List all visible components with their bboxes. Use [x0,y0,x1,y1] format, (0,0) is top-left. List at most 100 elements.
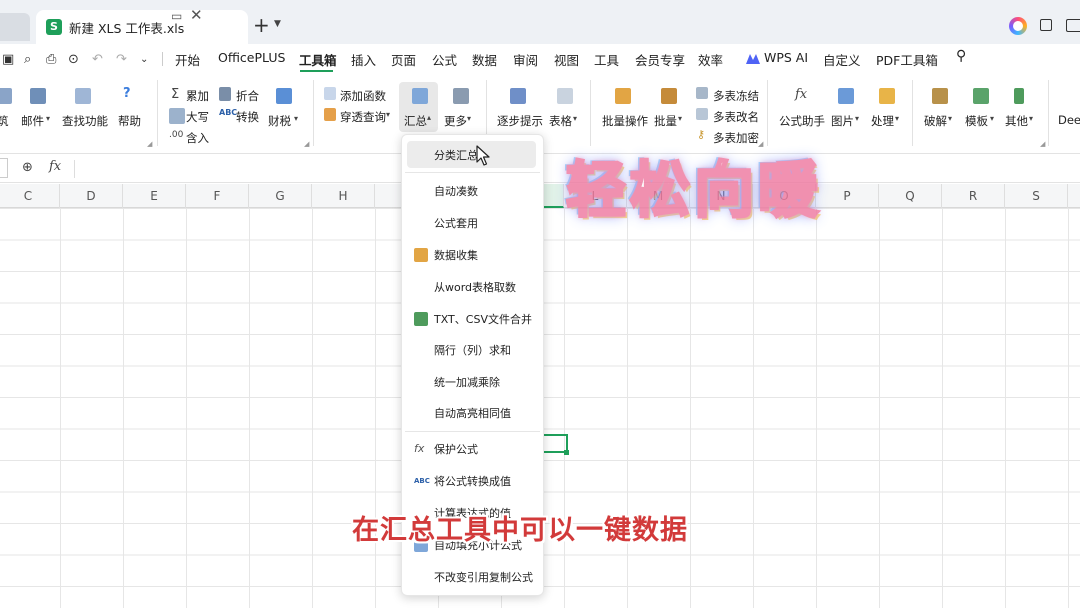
ribbon-multi-rename[interactable]: 多表改名 [713,109,759,125]
process-icon[interactable] [879,88,895,104]
search-icon[interactable]: ⚲ [956,48,966,64]
column-header-r[interactable]: R [942,184,1005,208]
close-tab-icon[interactable]: ✕ [190,6,203,24]
menu-officeplus[interactable]: OfficePLUS [218,50,285,65]
quick-access-more-icon[interactable]: ⌄ [140,54,148,65]
document-tab[interactable]: S 新建 XLS 工作表.xls [36,10,248,44]
menu-review[interactable]: 审阅 [513,50,538,69]
ribbon-stepwise-hint[interactable]: 逐步提示 [497,113,543,129]
sum-icon[interactable]: Σ [171,87,179,102]
ribbon-table-button[interactable]: 表格 [549,113,572,129]
monitor-icon[interactable]: ▭ [171,9,182,23]
menu-customize[interactable]: 自定义 [823,50,861,69]
print-icon[interactable]: ⎙ [46,52,56,67]
ribbon-uppercase[interactable]: 大写 [186,109,209,125]
ribbon-tax[interactable]: 财税 [268,113,291,129]
ribbon-add-function[interactable]: 添加函数 [340,88,386,104]
table-icon[interactable] [557,88,573,104]
batch-operation-icon[interactable] [615,88,631,104]
menu-member[interactable]: 会员专享 [635,50,685,69]
previous-tab[interactable] [0,13,30,41]
batch-icon[interactable] [661,88,677,104]
ribbon-batch-button[interactable]: 批量 [654,113,677,129]
stepwise-hint-icon[interactable] [510,88,526,104]
ribbon-find-function[interactable]: 查找功能 [62,113,108,129]
dropdown-item-2[interactable]: 自动凑数 [434,183,478,199]
ribbon-more-button[interactable]: 更多 [444,113,467,129]
template-icon[interactable] [973,88,989,104]
summary-icon[interactable] [412,88,428,104]
zoom-icon[interactable]: ⊕ [22,160,33,175]
dropdown-item-10[interactable]: 保护公式 [434,441,478,457]
dropdown-item-11[interactable]: 将公式转换成值 [434,473,511,489]
help-icon[interactable]: ? [123,86,131,101]
menu-home[interactable]: 开始 [175,50,200,69]
multi-freeze-icon[interactable] [696,87,708,99]
round-icon[interactable]: .00 [169,130,183,140]
group-expand-icon[interactable]: ◢ [147,140,152,148]
crack-icon[interactable] [932,88,948,104]
dropdown-item-9[interactable]: 自动高亮相同值 [434,405,511,421]
menu-insert[interactable]: 插入 [351,50,376,69]
menu-tools[interactable]: 工具 [594,50,619,69]
convert-abc-icon[interactable]: ABC [219,108,237,117]
ribbon-process-button[interactable]: 处理 [871,113,894,129]
dropdown-item-14[interactable]: 不改变引用复制公式 [434,569,533,585]
dropdown-item-8[interactable]: 统一加减乘除 [434,374,500,390]
ribbon-batch-operation[interactable]: 批量操作 [602,113,648,129]
menu-toolbox[interactable]: 工具箱 [299,50,337,69]
key-icon[interactable]: ⚷ [697,128,705,141]
dropdown-item-4[interactable]: 数据收集 [434,247,478,263]
ribbon-other-button[interactable]: 其他 [1005,113,1028,129]
ribbon-help[interactable]: 帮助 [118,113,141,129]
dropdown-item-1[interactable]: 分类汇总 [434,147,478,163]
dropdown-item-7[interactable]: 隔行（列）求和 [434,342,511,358]
column-header-s[interactable]: S [1005,184,1068,208]
column-header-f[interactable]: F [186,184,249,208]
add-function-icon[interactable] [324,87,336,100]
name-box[interactable] [0,158,8,178]
pivot-query-icon[interactable] [324,108,336,121]
tax-icon[interactable] [276,88,292,104]
ribbon-multi-freeze[interactable]: 多表冻结 [713,88,759,104]
column-header-c[interactable]: C [0,184,60,208]
ribbon-convert[interactable]: 转换 [236,109,259,125]
column-header-d[interactable]: D [60,184,123,208]
ribbon-crack-button[interactable]: 破解 [924,113,947,129]
image-icon[interactable] [838,88,854,104]
undo-icon[interactable]: ↶ [92,52,103,67]
column-header-p[interactable]: P [816,184,879,208]
ribbon-template-button[interactable]: 模板 [965,113,988,129]
menu-wps-ai[interactable]: WPS AI [764,50,808,65]
ribbon-discount[interactable]: 折合 [236,88,259,104]
menu-view[interactable]: 视图 [554,50,579,69]
new-tab-plus-icon[interactable]: + [253,13,270,37]
cut-icon[interactable] [0,88,12,104]
ribbon-deep-button[interactable]: Deep [1058,113,1080,127]
group-expand-icon[interactable]: ◢ [304,140,309,148]
ai-assistant-icon[interactable] [1009,17,1027,35]
ribbon-image-button[interactable]: 图片 [831,113,854,129]
group-expand-icon[interactable]: ◢ [1040,140,1045,148]
formula-helper-icon[interactable]: fx [795,87,807,102]
window-extra-icon[interactable] [1066,19,1080,32]
format-painter-icon[interactable]: ⌕ [24,52,31,67]
more-tools-icon[interactable] [453,88,469,104]
menu-data[interactable]: 数据 [472,50,497,69]
other-icon[interactable] [1014,88,1024,104]
column-header-h[interactable]: H [312,184,375,208]
ribbon-accumulate[interactable]: 累加 [186,88,209,104]
mail-icon[interactable] [30,88,46,104]
fx-icon[interactable]: fx [49,159,61,174]
column-header-g[interactable]: G [249,184,312,208]
uppercase-icon[interactable] [169,108,185,124]
window-restore-icon[interactable] [1040,19,1052,31]
discount-icon[interactable] [219,87,231,101]
dropdown-item-3[interactable]: 公式套用 [434,215,478,231]
chevron-down-icon[interactable]: ▼ [274,19,281,29]
ribbon-cut-label[interactable]: 筑 [0,113,9,129]
dropdown-item-6[interactable]: TXT、CSV文件合并 [434,311,532,327]
ribbon-formula-helper[interactable]: 公式助手 [779,113,825,129]
find-function-icon[interactable] [75,88,91,104]
print-preview-icon[interactable]: ⊙ [68,52,79,67]
